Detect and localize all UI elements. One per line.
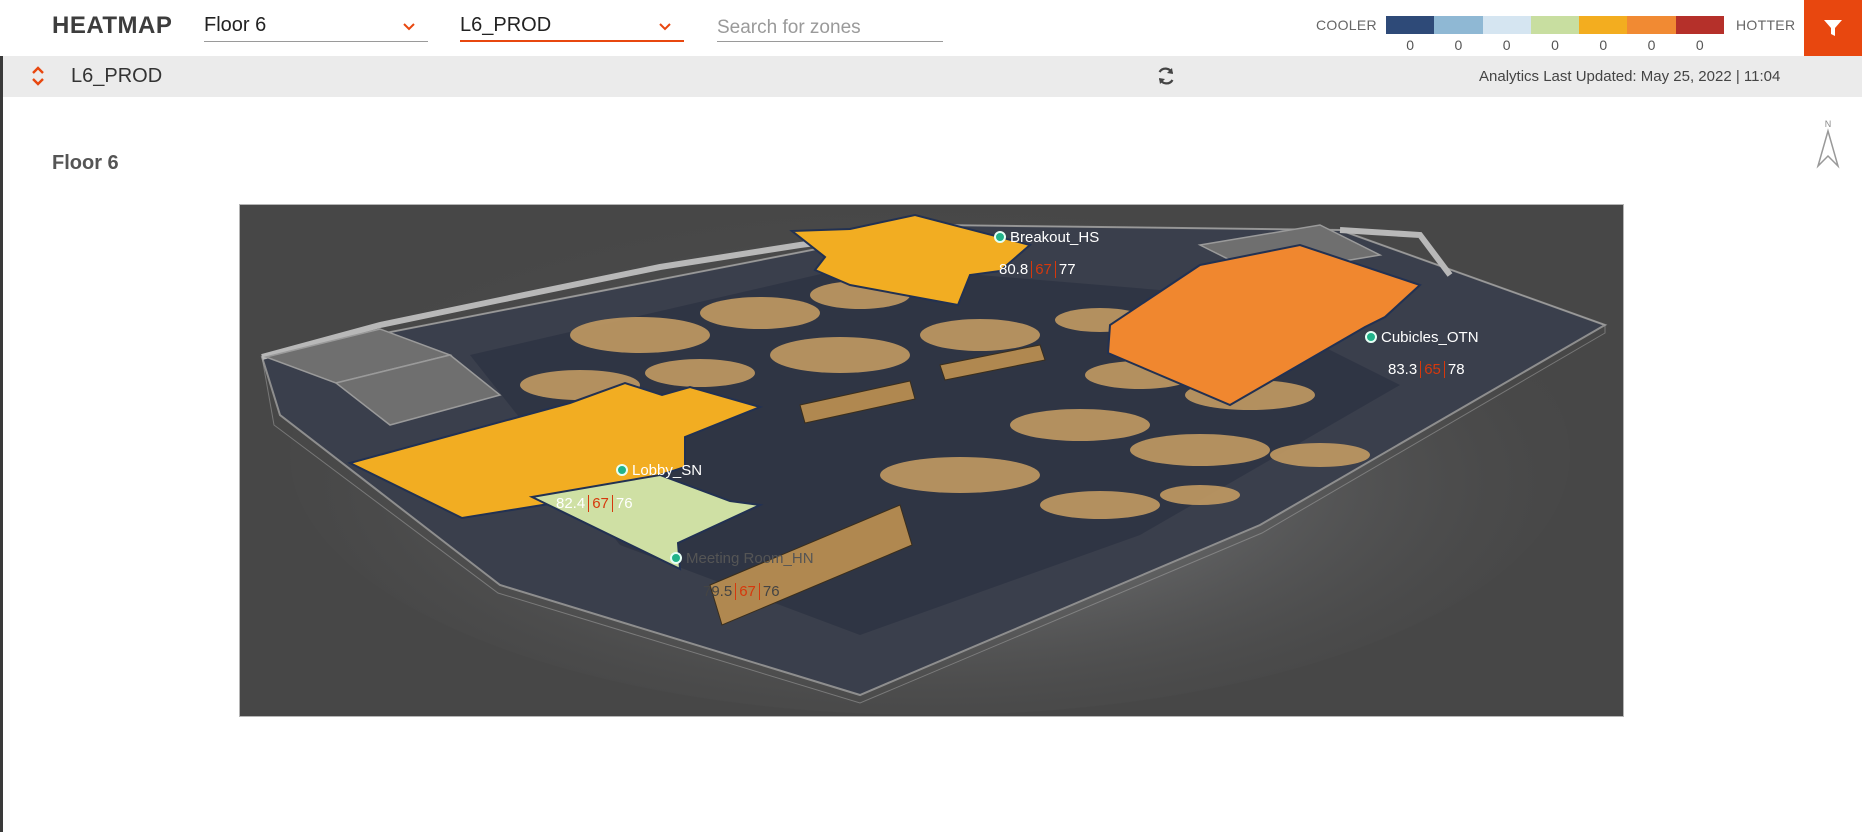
zone-label-cubicles[interactable]: Cubicles_OTN	[1365, 329, 1479, 346]
legend-cooler-label: COOLER	[1316, 17, 1377, 33]
zone-status-dot	[616, 464, 628, 476]
selection-title: L6_PROD	[71, 65, 163, 87]
zone-name: Breakout_HS	[1010, 229, 1100, 246]
zone-metric-3: 76	[762, 583, 780, 600]
zone-name: Cubicles_OTN	[1381, 329, 1479, 346]
zone-name: Meeting Room_HN	[686, 550, 814, 567]
zone-metric-1: 80.8	[999, 261, 1029, 278]
north-compass-icon: N	[1816, 119, 1840, 169]
zone-search-input[interactable]	[717, 14, 943, 42]
legend-bin: 0	[1579, 16, 1628, 53]
zone-metric-2: 65	[1420, 361, 1445, 378]
legend-bin-count: 0	[1647, 37, 1656, 53]
site-select[interactable]: L6_PROD	[460, 14, 684, 42]
legend-bin: 0	[1434, 16, 1483, 53]
floor-select-value: Floor 6	[204, 14, 267, 36]
zone-metric-2: 67	[735, 583, 760, 600]
legend-bin: 0	[1530, 16, 1580, 53]
legend-bin-count: 0	[1551, 37, 1559, 53]
analytics-last-updated: Analytics Last Updated: May 25, 2022 | 1…	[1479, 68, 1780, 85]
compass-label: N	[1825, 119, 1832, 129]
floor-select[interactable]: Floor 6	[204, 14, 428, 42]
zone-metrics-meeting-room: 79.5 67 76	[703, 583, 780, 600]
legend-bin-count: 0	[1454, 37, 1463, 53]
zone-metric-1: 83.3	[1388, 361, 1418, 378]
updated-label: Analytics Last Updated:	[1479, 68, 1637, 85]
zone-name: Lobby_SN	[632, 462, 703, 479]
chevron-down-icon	[403, 23, 415, 31]
zone-metrics-breakout: 80.8 67 77	[999, 261, 1076, 278]
chevron-down-icon	[659, 23, 671, 31]
zone-metrics-lobby: 82.4 67 76	[556, 495, 633, 512]
legend-bin-count: 0	[1599, 37, 1608, 53]
filter-icon	[1824, 20, 1842, 36]
zone-metric-1: 79.5	[703, 583, 733, 600]
app-title: HEATMAP	[52, 12, 173, 39]
zone-label-lobby[interactable]: Lobby_SN	[616, 462, 702, 479]
zone-metric-3: 76	[615, 495, 633, 512]
filter-button[interactable]	[1804, 0, 1862, 56]
zone-metric-1: 82.4	[556, 495, 586, 512]
floor-title: Floor 6	[52, 152, 119, 174]
floor-plan-graphic	[260, 205, 1608, 715]
zone-metric-3: 77	[1058, 261, 1076, 278]
legend-bin: 0	[1675, 16, 1724, 53]
zone-status-dot	[670, 552, 682, 564]
zone-metric-2: 67	[1031, 261, 1056, 278]
zone-label-breakout[interactable]: Breakout_HS	[994, 229, 1099, 246]
legend-bin-count: 0	[1695, 37, 1704, 53]
floor-plan-map[interactable]: Breakout_HS 80.8 67 77 Cubicles_OTN 83.3 65…	[239, 204, 1624, 717]
zone-status-dot	[994, 231, 1006, 243]
legend-bin-count: 0	[1502, 37, 1511, 53]
sort-arrows-icon[interactable]	[29, 64, 47, 88]
sub-bar: L6_PROD Analytics Last Updated: May 25, …	[3, 56, 1862, 97]
zone-status-dot	[1365, 331, 1377, 343]
updated-value: May 25, 2022 | 11:04	[1640, 68, 1781, 85]
window-left-edge	[0, 0, 3, 832]
zone-label-meeting-room[interactable]: Meeting Room_HN	[670, 550, 814, 567]
refresh-icon[interactable]	[1155, 65, 1177, 87]
zone-metric-2: 67	[588, 495, 613, 512]
legend-bin: 0	[1386, 16, 1435, 53]
legend-scale: 0 0 0 0 0 0 0	[1386, 16, 1724, 53]
zone-metrics-cubicles: 83.3 65 78	[1388, 361, 1465, 378]
top-bar: HEATMAP Floor 6 L6_PROD COOLER 0 0 0 0 0…	[0, 0, 1862, 56]
legend-hotter-label: HOTTER	[1736, 17, 1796, 33]
heat-legend: COOLER 0 0 0 0 0 0 0 HOTTER	[1300, 0, 1820, 56]
legend-bin-count: 0	[1406, 37, 1415, 53]
zone-metric-3: 78	[1447, 361, 1465, 378]
site-select-value: L6_PROD	[460, 14, 552, 36]
legend-bin: 0	[1627, 16, 1676, 53]
legend-bin: 0	[1482, 16, 1531, 53]
